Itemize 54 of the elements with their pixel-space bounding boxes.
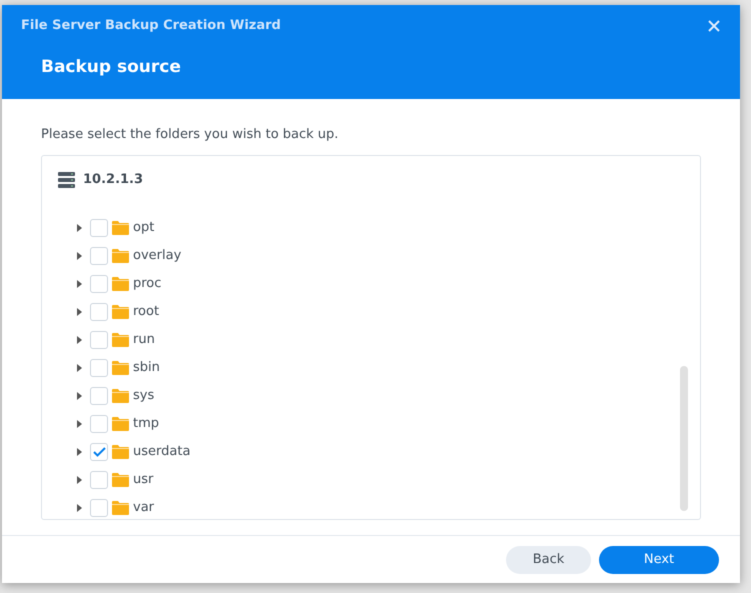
checkbox[interactable] [90,386,108,404]
folder-name[interactable]: sbin [133,358,160,378]
folder-name[interactable]: sys [133,386,154,406]
window-title: File Server Backup Creation Wizard [21,17,281,35]
checkbox[interactable] [90,302,108,320]
checkbox[interactable] [90,274,108,292]
folder-icon [112,248,129,262]
expand-arrow-icon[interactable] [77,224,82,232]
folder-icon [112,220,129,234]
folder-icon [112,472,129,486]
page-title: Backup source [41,56,182,78]
folder-icon [112,304,129,318]
checkbox[interactable] [90,330,108,348]
folder-icon [112,500,129,514]
expand-arrow-icon[interactable] [77,420,82,428]
expand-arrow-icon[interactable] [77,448,82,456]
checkbox[interactable] [90,218,108,236]
checkbox[interactable] [90,358,108,376]
expand-arrow-icon[interactable] [77,336,82,344]
checkbox[interactable] [90,442,108,460]
expand-arrow-icon[interactable] [77,504,82,512]
checkbox[interactable] [90,498,108,516]
expand-arrow-icon[interactable] [77,476,82,484]
close-icon[interactable] [708,20,720,32]
checkbox[interactable] [90,470,108,488]
back-button[interactable]: Back [506,546,591,574]
folder-name[interactable]: root [133,302,160,322]
folder-name[interactable]: run [133,330,155,350]
next-button[interactable]: Next [599,546,719,574]
folder-icon [112,416,129,430]
folder-name[interactable]: opt [133,218,154,238]
expand-arrow-icon[interactable] [77,364,82,372]
folder-icon [112,276,129,290]
expand-arrow-icon[interactable] [77,392,82,400]
folder-name[interactable]: tmp [133,414,160,434]
instruction-text: Please select the folders you wish to back up. [41,127,340,143]
expand-arrow-icon[interactable] [77,280,82,288]
folder-name[interactable]: var [133,498,154,518]
expand-arrow-icon[interactable] [77,308,82,316]
folder-name[interactable]: proc [133,274,162,294]
folder-name[interactable]: overlay [133,246,182,266]
folder-icon [112,360,129,374]
folder-icon [112,388,129,402]
scrollbar[interactable] [680,366,688,511]
folder-name[interactable]: usr [133,470,154,490]
folder-name[interactable]: userdata [133,442,190,462]
folder-icon [112,332,129,346]
checkmark-icon [92,446,106,456]
server-name[interactable]: 10.2.1.3 [83,170,144,190]
checkbox[interactable] [90,414,108,432]
expand-arrow-icon[interactable] [77,252,82,260]
checkbox[interactable] [90,246,108,264]
server-icon [58,172,75,188]
folder-icon [112,444,129,458]
